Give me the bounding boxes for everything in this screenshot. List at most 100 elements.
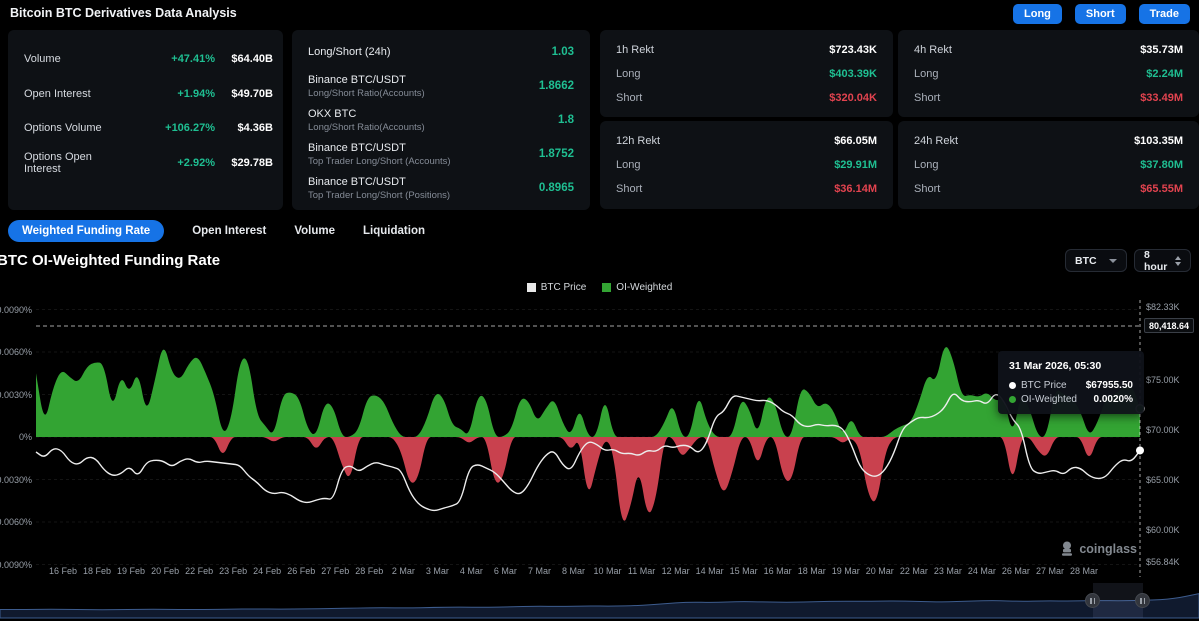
ratio-label: OKX BTC — [308, 108, 558, 120]
ratio-sublabel: Long/Short Ratio(Accounts) — [308, 122, 558, 133]
y-axis-right-label: $70.00K — [1146, 425, 1180, 435]
rekt-short-value: $65.55M — [1140, 183, 1183, 195]
legend-label: BTC Price — [541, 282, 587, 293]
tab-liquidation[interactable]: Liquidation — [363, 225, 425, 237]
rekt-short-value: $33.49M — [1140, 92, 1183, 104]
tooltip-series-name: OI-Weighted — [1021, 394, 1089, 405]
long-button[interactable]: Long — [1013, 4, 1062, 24]
rekt-title: 1h Rekt — [616, 44, 829, 56]
rekt-total: $103.35M — [1134, 135, 1183, 147]
y-axis-left-label: 0.0030% — [0, 390, 32, 400]
y-axis-left-label: 0% — [0, 432, 32, 442]
x-axis-label: 28 Mar — [1062, 566, 1106, 576]
navigator-handle-left[interactable] — [1085, 593, 1100, 608]
ath-price-label: 80,418.64 — [1144, 318, 1194, 333]
tooltip-row: BTC Price $67955.50 — [1009, 380, 1133, 391]
rekt-total: $723.43K — [829, 44, 877, 56]
stat-row: Options Volume +106.27% $4.36B — [24, 111, 273, 146]
stat-value: $29.78B — [215, 157, 273, 169]
short-button[interactable]: Short — [1075, 4, 1126, 24]
rekt-short-label: Short — [616, 92, 829, 104]
coinglass-icon — [1060, 541, 1074, 557]
ratio-value: 1.03 — [552, 46, 574, 58]
tab-weighted-funding-rate[interactable]: Weighted Funding Rate — [8, 220, 164, 242]
trade-button[interactable]: Trade — [1139, 4, 1190, 24]
rekt-long-value: $403.39K — [829, 68, 877, 80]
y-axis-right-label: $60.00K — [1146, 525, 1180, 535]
legend-item-oi-weighted[interactable]: OI-Weighted — [602, 282, 672, 293]
y-axis-left-label: 0.0090% — [0, 305, 32, 315]
navigator-handle-right[interactable] — [1135, 593, 1150, 608]
legend-label: OI-Weighted — [616, 282, 672, 293]
ratio-value: 0.8965 — [539, 182, 574, 194]
derivatives-dashboard: Bitcoin BTC Derivatives Data Analysis Lo… — [0, 0, 1199, 621]
page-title: Bitcoin BTC Derivatives Data Analysis — [10, 6, 237, 20]
chart-legend: BTC Price OI-Weighted — [0, 282, 1199, 293]
ratio-sublabel: Top Trader Long/Short (Positions) — [308, 190, 539, 201]
coin-select-value: BTC — [1075, 255, 1097, 267]
stat-value: $64.40B — [215, 53, 273, 65]
coin-select[interactable]: BTC — [1065, 249, 1127, 272]
y-axis-left-label: -0.0060% — [0, 517, 32, 527]
ratio-sublabel: Long/Short Ratio(Accounts) — [308, 88, 539, 99]
ratio-row: Binance BTC/USDT Long/Short Ratio(Accoun… — [308, 69, 574, 103]
y-axis-right-label: $65.00K — [1146, 475, 1180, 485]
y-axis-left-label: 0.0060% — [0, 347, 32, 357]
ratio-value: 1.8662 — [539, 80, 574, 92]
stat-change: +47.41% — [129, 53, 215, 65]
funding-rate-chart[interactable] — [0, 296, 1199, 578]
long-short-ratio-panel: Long/Short (24h) 1.03 Binance BTC/USDT L… — [292, 30, 590, 210]
ratio-row: OKX BTC Long/Short Ratio(Accounts) 1.8 — [308, 103, 574, 137]
stat-row: Open Interest +1.94% $49.70B — [24, 77, 273, 112]
rekt-card-24h: 24h Rekt$103.35M Long$37.80M Short$65.55… — [898, 121, 1199, 209]
rekt-card-12h: 12h Rekt$66.05M Long$29.91M Short$36.14M — [600, 121, 893, 209]
rekt-long-label: Long — [914, 159, 1140, 171]
stat-value: $49.70B — [215, 88, 273, 100]
ratio-row: Binance BTC/USDT Top Trader Long/Short (… — [308, 171, 574, 205]
stat-row: Options Open Interest +2.92% $29.78B — [24, 146, 273, 181]
rekt-long-value: $29.91M — [834, 159, 877, 171]
rekt-total: $66.05M — [834, 135, 877, 147]
funding-area-positive — [36, 347, 1140, 437]
tab-volume[interactable]: Volume — [294, 225, 335, 237]
ratio-value: 1.8752 — [539, 148, 574, 160]
interval-select-value: 8 hour — [1144, 249, 1168, 273]
stat-row: Volume +47.41% $64.40B — [24, 42, 273, 77]
y-axis-right-label: $82.33K — [1146, 302, 1180, 312]
stat-label: Volume — [24, 53, 129, 65]
chart-title: BTC OI-Weighted Funding Rate — [0, 252, 220, 269]
funding-area-negative — [36, 437, 1140, 521]
green-dot-icon — [1009, 396, 1016, 403]
chart-tooltip: 31 Mar 2026, 05:30 BTC Price $67955.50 O… — [998, 351, 1144, 414]
rekt-short-label: Short — [914, 183, 1140, 195]
ratio-value: 1.8 — [558, 114, 574, 126]
rekt-long-label: Long — [914, 68, 1146, 80]
tooltip-series-value: $67955.50 — [1086, 380, 1133, 391]
ratio-sublabel: Top Trader Long/Short (Accounts) — [308, 156, 539, 167]
tab-open-interest[interactable]: Open Interest — [192, 225, 266, 237]
watermark-label: coinglass — [1079, 542, 1137, 556]
rekt-long-value: $2.24M — [1146, 68, 1183, 80]
legend-swatch-icon — [527, 283, 536, 292]
chart-navigator[interactable] — [0, 581, 1199, 619]
ratio-row: Long/Short (24h) 1.03 — [308, 35, 574, 69]
legend-swatch-icon — [602, 283, 611, 292]
chevron-down-icon — [1109, 259, 1117, 263]
chart-tabs: Weighted Funding Rate Open Interest Volu… — [8, 218, 425, 243]
rekt-short-value: $36.14M — [834, 183, 877, 195]
interval-select[interactable]: 8 hour — [1134, 249, 1191, 272]
tooltip-row: OI-Weighted 0.0020% — [1009, 394, 1133, 405]
rekt-total: $35.73M — [1140, 44, 1183, 56]
tooltip-series-value: 0.0020% — [1094, 394, 1133, 405]
rekt-title: 12h Rekt — [616, 135, 834, 147]
header-actions: Long Short Trade — [1013, 4, 1190, 24]
rekt-long-label: Long — [616, 68, 829, 80]
legend-item-btc-price[interactable]: BTC Price — [527, 282, 587, 293]
y-axis-left-label: -0.0090% — [0, 560, 32, 570]
stat-label: Options Open Interest — [24, 151, 129, 175]
stat-change: +106.27% — [129, 122, 215, 134]
white-dot-icon — [1009, 382, 1016, 389]
rekt-title: 4h Rekt — [914, 44, 1140, 56]
y-axis-right-label: $56.84K — [1146, 557, 1180, 567]
ratio-label: Binance BTC/USDT — [308, 74, 539, 86]
